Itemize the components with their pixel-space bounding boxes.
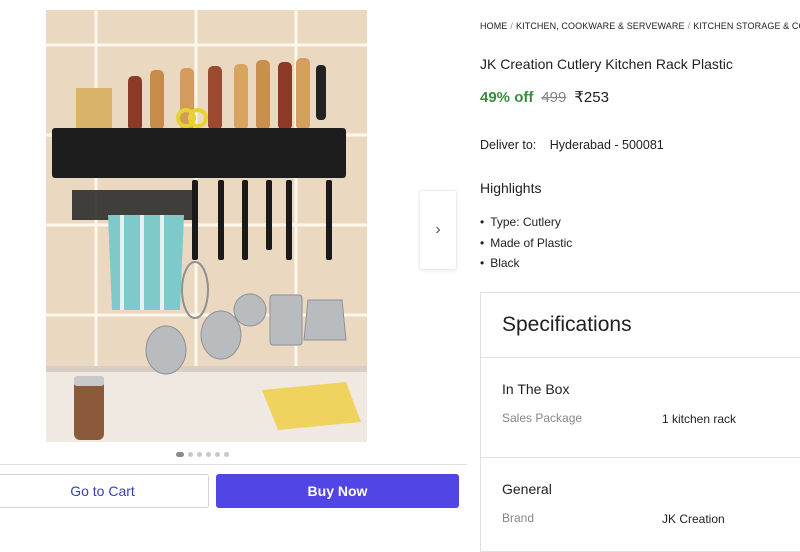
highlight-item: Type: Cutlery bbox=[480, 212, 572, 233]
action-bar: Go to Cart Buy Now bbox=[0, 464, 467, 530]
highlight-item: Black bbox=[480, 253, 572, 274]
buy-now-button[interactable]: Buy Now bbox=[216, 474, 459, 508]
spec-key: Sales Package bbox=[502, 411, 583, 425]
divider bbox=[481, 357, 800, 358]
carousel-dots bbox=[176, 452, 229, 457]
delivery-location[interactable]: Hyderabad - 500081 bbox=[550, 138, 664, 152]
next-image-button[interactable]: › bbox=[419, 190, 457, 270]
spec-section-heading: In The Box bbox=[502, 381, 570, 397]
spec-value: 1 kitchen rack bbox=[662, 412, 737, 426]
highlights-heading: Highlights bbox=[480, 180, 542, 196]
deliver-label: Deliver to: bbox=[480, 138, 537, 152]
breadcrumb-home[interactable]: HOME bbox=[480, 21, 507, 31]
kitchen-rack-photo bbox=[46, 10, 367, 442]
carousel-dot[interactable] bbox=[197, 452, 202, 457]
carousel-dot[interactable] bbox=[176, 452, 184, 457]
carousel-dot[interactable] bbox=[188, 452, 193, 457]
go-to-cart-button[interactable]: Go to Cart bbox=[0, 474, 209, 508]
breadcrumb-kitchen[interactable]: KITCHEN, COOKWARE & SERVEWARE bbox=[516, 21, 685, 31]
selling-price: ₹253 bbox=[574, 89, 609, 106]
carousel-dot[interactable] bbox=[215, 452, 220, 457]
highlights-list: Type: Cutlery Made of Plastic Black bbox=[480, 212, 572, 274]
breadcrumb-storage[interactable]: KITCHEN STORAGE & CONT bbox=[693, 21, 800, 31]
chevron-right-icon: › bbox=[435, 221, 441, 238]
product-image[interactable] bbox=[46, 10, 367, 442]
highlight-item: Made of Plastic bbox=[480, 233, 572, 254]
product-title: JK Creation Cutlery Kitchen Rack Plastic bbox=[480, 56, 733, 72]
spec-value: JK Creation bbox=[662, 512, 725, 526]
carousel-dot[interactable] bbox=[206, 452, 211, 457]
spec-section-heading: General bbox=[502, 481, 552, 497]
breadcrumb: HOME / KITCHEN, COOKWARE & SERVEWARE / KITCH… bbox=[480, 21, 800, 31]
discount-label: 49% off bbox=[480, 89, 534, 106]
carousel-dot[interactable] bbox=[224, 452, 229, 457]
spec-key: Brand bbox=[502, 511, 535, 525]
divider bbox=[481, 457, 800, 458]
mrp-price: 499 bbox=[541, 89, 567, 106]
delivery-info: Deliver to: Hyderabad - 500081 bbox=[480, 138, 664, 152]
specifications-panel: Specifications In The Box Sales Package … bbox=[480, 292, 800, 552]
specifications-title: Specifications bbox=[502, 313, 632, 336]
price-row: 49% off 499 ₹253 bbox=[480, 88, 609, 106]
